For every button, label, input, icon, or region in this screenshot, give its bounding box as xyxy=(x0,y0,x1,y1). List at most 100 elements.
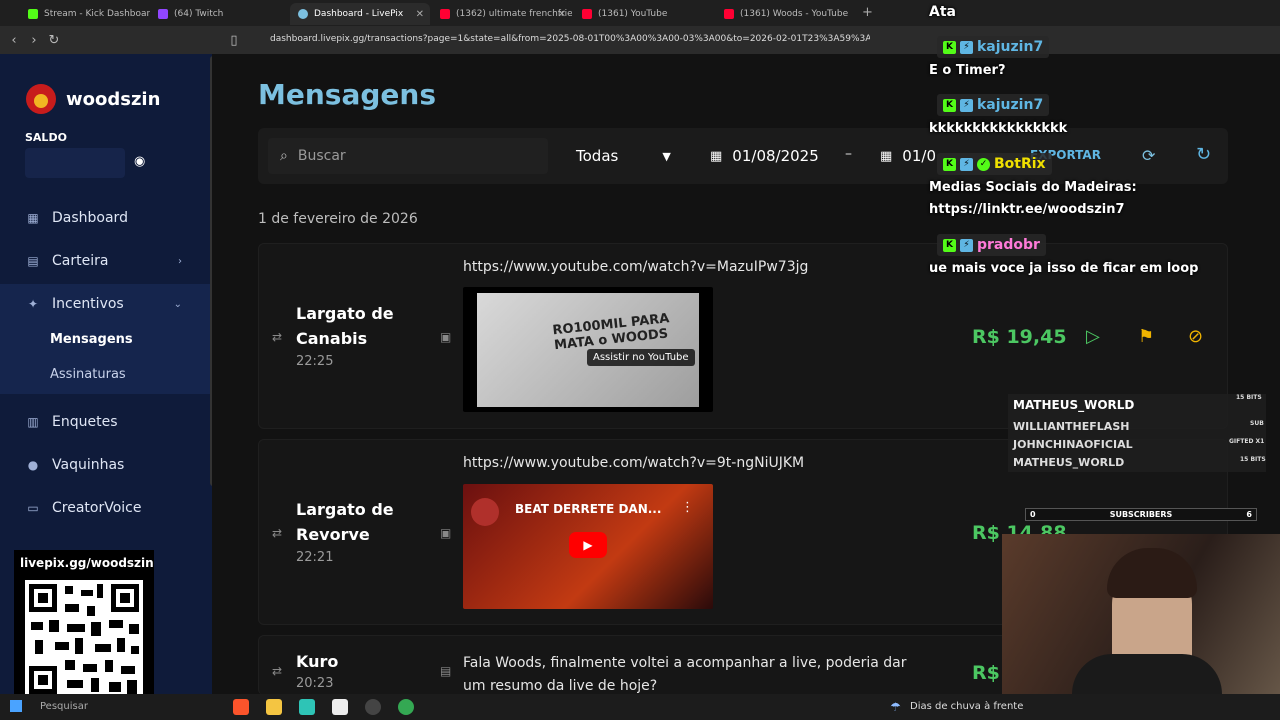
browser-tab-youtube-2[interactable]: (1361) YouTube xyxy=(574,3,714,25)
taskbar-search[interactable]: Pesquisar xyxy=(40,701,88,712)
reload-icon[interactable]: ↻ xyxy=(44,33,64,48)
group-date: 1 de fevereiro de 2026 xyxy=(258,211,418,227)
video-link[interactable]: https://www.youtube.com/watch?v=9t-ngNiU… xyxy=(463,455,804,471)
donation-amount: R$ xyxy=(972,662,1000,684)
capcut-icon[interactable] xyxy=(332,699,348,715)
video-icon: ▣ xyxy=(440,330,452,344)
verified-badge-icon: ✓ xyxy=(977,157,990,171)
browser-tab-youtube-3[interactable]: (1361) Woods - YouTube xyxy=(716,3,856,25)
search-input[interactable]: ⌕ Buscar xyxy=(268,138,548,174)
sidebar-item-label: Incentivos xyxy=(52,296,124,312)
youtube-play-icon[interactable]: ▶ xyxy=(569,532,607,558)
date-to-field[interactable]: ▦ 01/0 xyxy=(880,138,936,174)
kick-badge-icon: K xyxy=(943,157,956,171)
sidebar-item-label: Dashboard xyxy=(52,210,128,226)
chrome-icon[interactable] xyxy=(398,699,414,715)
brand-name: woodszin xyxy=(66,88,161,110)
donation-time: 20:23 xyxy=(296,676,334,691)
flag-icon[interactable]: ⚑ xyxy=(1138,326,1154,347)
url-field[interactable]: dashboard.livepix.gg/transactions?page=1… xyxy=(270,34,870,44)
brave-icon[interactable] xyxy=(233,699,249,715)
refresh-icon[interactable]: ↻ xyxy=(1196,144,1211,165)
sidebar-item-incentivos[interactable]: ✦ Incentivos ⌄ xyxy=(0,284,212,324)
alert-row: WILLIANTHEFLASH xyxy=(1013,420,1130,433)
sync-icon[interactable]: ⟳ xyxy=(1142,146,1155,165)
video-link[interactable]: https://www.youtube.com/watch?v=MazuIPw7… xyxy=(463,259,808,275)
sidebar-item-label: Carteira xyxy=(52,253,109,269)
subs-label: SUBSCRIBERS xyxy=(1109,510,1173,519)
alert-tag: SUB xyxy=(1250,420,1264,427)
chat-message: https://linktr.ee/woodszin7 xyxy=(929,202,1125,217)
browser-tab-kick[interactable]: Stream - Kick Dashboard xyxy=(20,3,150,25)
browser-tab-livepix[interactable]: Dashboard - LivePix ✕ xyxy=(290,3,430,25)
swap-icon: ⇄ xyxy=(272,526,283,540)
sidebar-item-creatorvoice[interactable]: ▭ CreatorVoice xyxy=(0,488,212,528)
sidebar-item-vaquinhas[interactable]: ● Vaquinhas xyxy=(0,445,212,485)
poll-icon: ▥ xyxy=(27,415,39,429)
twitch-icon xyxy=(158,9,168,19)
mod-badge-icon: ⚡ xyxy=(960,157,973,171)
wallet-icon: ▤ xyxy=(27,254,39,268)
alert-row: JOHNCHINAOFICIAL xyxy=(1013,438,1133,451)
saldo-value xyxy=(25,148,125,178)
saldo-label: SALDO xyxy=(25,131,67,144)
chevron-down-icon: ⌄ xyxy=(173,298,182,310)
more-options-icon[interactable]: ⋮ xyxy=(681,500,694,515)
browser-tab-youtube-1[interactable]: (1362) ultimate frenchfrie ✕ xyxy=(432,3,572,25)
livepix-icon xyxy=(298,9,308,19)
sidebar-subitem-mensagens[interactable]: Mensagens xyxy=(50,332,133,347)
watch-on-youtube[interactable]: Assistir no YouTube xyxy=(587,349,695,366)
close-tab-icon[interactable]: ✕ xyxy=(416,9,424,20)
alert-tag: GIFTED X1 xyxy=(1229,438,1265,445)
alert-tag: 15 BITS xyxy=(1236,394,1262,401)
browser-tab-twitch[interactable]: (64) Twitch xyxy=(150,3,290,25)
bookmark-icon[interactable]: ▯ xyxy=(224,33,244,48)
voice-icon: ▭ xyxy=(27,501,39,515)
subs-max: 6 xyxy=(1246,510,1252,519)
tab-label: (1361) YouTube xyxy=(598,9,668,19)
sidebar-item-enquetes[interactable]: ▥ Enquetes xyxy=(0,402,212,442)
kick-badge-icon: K xyxy=(943,238,956,252)
play-icon[interactable]: ▷ xyxy=(1086,326,1100,347)
donor-name: Kuro xyxy=(296,652,339,671)
chat-message: ue mais voce ja isso de ficar em loop xyxy=(929,261,1199,276)
sidebar-item-carteira[interactable]: ▤ Carteira › xyxy=(0,241,212,281)
message-icon: ▤ xyxy=(440,664,452,678)
subscribers-goal-bar: 0 SUBSCRIBERS 6 xyxy=(1025,508,1257,521)
alert-row: MATHEUS_WORLD xyxy=(1013,456,1125,469)
sparkle-icon: ✦ xyxy=(27,297,39,311)
weather-icon: ☂ xyxy=(890,700,901,714)
forward-icon[interactable]: › xyxy=(24,33,44,48)
swap-icon: ⇄ xyxy=(272,330,283,344)
obs-icon[interactable] xyxy=(365,699,381,715)
mod-badge-icon: ⚡ xyxy=(960,98,973,112)
swap-icon: ⇄ xyxy=(272,664,283,678)
file-explorer-icon[interactable] xyxy=(266,699,282,715)
back-icon[interactable]: ‹ xyxy=(4,33,24,48)
weather-text[interactable]: Dias de chuva à frente xyxy=(910,701,1023,712)
video-thumbnail[interactable]: BEAT DERRETE DAN... ⋮ ▶ xyxy=(463,484,713,609)
subs-min: 0 xyxy=(1030,510,1036,519)
chat-username: K ⚡ kajuzin7 xyxy=(937,36,1050,58)
eye-icon[interactable]: ◉ xyxy=(134,154,150,170)
state-select[interactable]: Todas ▼ xyxy=(560,138,680,174)
date-to-value: 01/0 xyxy=(902,147,936,165)
sidebar-item-dashboard[interactable]: ▦ Dashboard xyxy=(0,198,212,238)
close-tab-icon[interactable]: ✕ xyxy=(558,9,566,20)
chevron-right-icon: › xyxy=(178,255,182,267)
calendar-icon: ▦ xyxy=(880,148,893,164)
mod-badge-icon: ⚡ xyxy=(960,40,973,54)
app-icon[interactable] xyxy=(299,699,315,715)
sidebar-subitem-assinaturas[interactable]: Assinaturas xyxy=(50,367,126,382)
date-from-field[interactable]: ▦ 01/08/2025 xyxy=(710,138,819,174)
video-title: BEAT DERRETE DAN... xyxy=(515,502,662,516)
video-thumbnail[interactable]: RO100MIL PARA MATA o WOODS Assistir no Y… xyxy=(463,287,713,412)
windows-start-icon[interactable] xyxy=(10,700,22,712)
taskbar xyxy=(0,694,1280,720)
chat-username-text: kajuzin7 xyxy=(977,97,1044,113)
youtube-icon xyxy=(582,9,592,19)
donor-name: Largato de Canabis xyxy=(296,304,394,348)
brand[interactable]: woodszin xyxy=(26,84,160,114)
new-tab-icon[interactable]: + xyxy=(862,5,873,20)
block-icon[interactable]: ⊘ xyxy=(1188,326,1203,347)
